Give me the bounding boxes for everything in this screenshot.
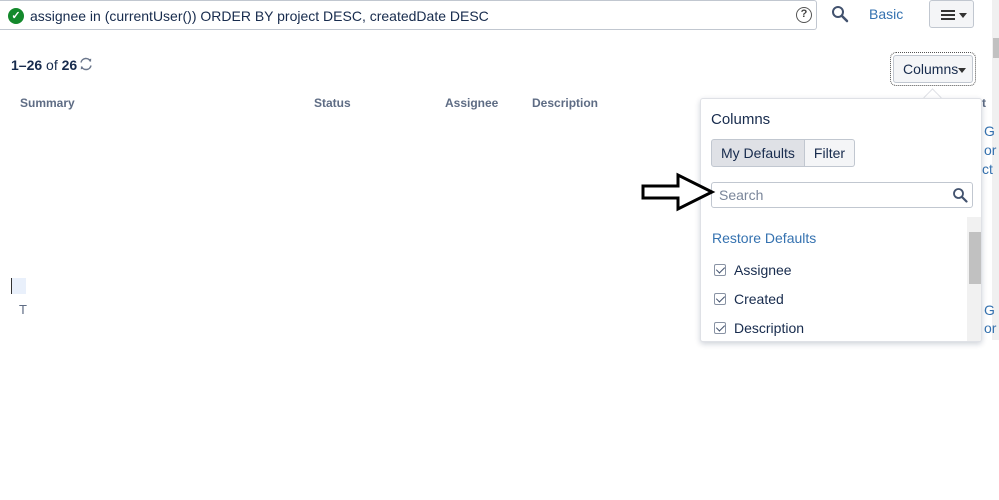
page-scrollbar-thumb[interactable]	[993, 38, 999, 58]
results-total: 26	[61, 57, 78, 73]
chevron-down-icon	[959, 13, 967, 18]
question-icon[interactable]: ?	[796, 7, 812, 23]
tab-filter[interactable]: Filter	[804, 139, 856, 167]
search-icon	[953, 188, 968, 203]
tab-my-defaults[interactable]: My Defaults	[711, 139, 805, 167]
chevron-down-icon	[958, 68, 966, 73]
check-circle-icon: ✓	[8, 8, 24, 24]
magnifier-icon[interactable]	[830, 4, 850, 24]
checkbox-checked[interactable]	[714, 264, 726, 276]
popup-title: Columns	[711, 111, 771, 128]
column-option-label: Assignee	[734, 262, 792, 278]
columns-tabs: My Defaults Filter	[711, 139, 856, 167]
checkbox-checked[interactable]	[714, 293, 726, 305]
results-range: 1–26	[11, 57, 43, 73]
column-header-assignee[interactable]: Assignee	[445, 96, 498, 110]
row-link-fragment[interactable]: or	[984, 320, 996, 336]
basic-search-link[interactable]: Basic	[869, 6, 903, 22]
row-link-fragment[interactable]: G	[984, 123, 995, 139]
row-link-fragment[interactable]: or	[984, 142, 996, 158]
row-link-fragment[interactable]: G	[984, 302, 995, 318]
columns-popup: Columns My Defaults Filter Restore Defau…	[700, 98, 982, 342]
column-header-summary[interactable]: Summary	[20, 96, 75, 110]
hamburger-icon	[941, 10, 955, 20]
view-menu-button[interactable]	[929, 0, 974, 28]
popup-scrollbar-thumb[interactable]	[969, 232, 981, 284]
results-of: of	[46, 57, 58, 73]
columns-button[interactable]: Columns	[890, 52, 976, 86]
results-pager: 1–26 of 26	[11, 57, 77, 73]
column-option-label: Description	[734, 320, 805, 336]
checkbox-checked[interactable]	[714, 322, 726, 334]
restore-defaults-link[interactable]: Restore Defaults	[712, 230, 816, 246]
row-link-fragment[interactable]: ct	[982, 161, 993, 177]
column-header-description[interactable]: Description	[532, 96, 598, 110]
column-option-label: Created	[734, 291, 784, 307]
table-text-fragment: T	[19, 302, 27, 317]
jql-query-bar[interactable]: ✓ assignee in (currentUser()) ORDER BY p…	[0, 0, 817, 30]
columns-button-label: Columns	[903, 61, 959, 77]
table-cell-fragment	[11, 278, 26, 294]
annotation-arrow-icon	[641, 172, 716, 212]
column-header-fragment: t	[982, 96, 986, 110]
column-header-status[interactable]: Status	[314, 96, 351, 110]
jql-query-text[interactable]: assignee in (currentUser()) ORDER BY pro…	[30, 8, 489, 24]
refresh-icon[interactable]	[78, 56, 94, 72]
columns-search-input[interactable]	[711, 182, 973, 208]
